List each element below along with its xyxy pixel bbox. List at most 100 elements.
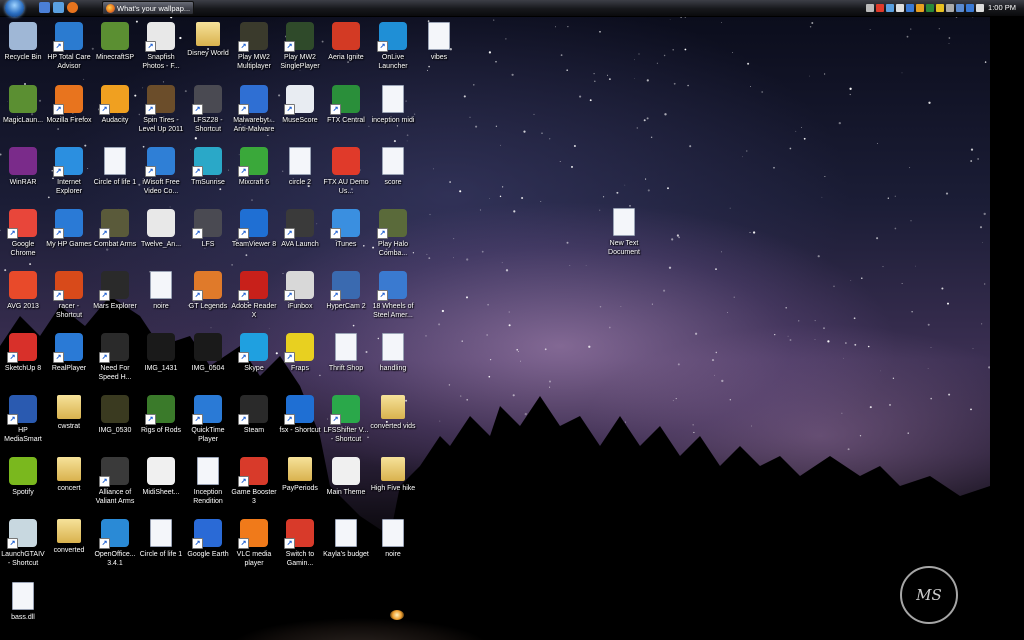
desktop-icon[interactable]: ↗ GT Legends xyxy=(185,271,231,311)
desktop-icon[interactable]: ↗ Rigs of Rods xyxy=(138,395,184,435)
desktop-icon[interactable]: WinRAR xyxy=(0,147,46,187)
desktop-icon[interactable]: ↗ iWisoft Free Video Co... xyxy=(138,147,184,196)
desktop-icon[interactable]: ↗ TeamViewer 8 xyxy=(231,209,277,249)
desktop-icon[interactable]: ↗ HyperCam 2 xyxy=(323,271,369,311)
desktop-icon[interactable]: ↗ Snapfish Photos - F... xyxy=(138,22,184,71)
desktop-icon[interactable]: FTX AU Demo Us... xyxy=(323,147,369,196)
desktop-icon[interactable]: noire xyxy=(138,271,184,311)
desktop-icon[interactable]: ↗ 18 Wheels of Steel Amer... xyxy=(370,271,416,320)
desktop-icon[interactable]: AVG 2013 xyxy=(0,271,46,311)
bluetooth-icon[interactable] xyxy=(966,4,974,12)
desktop-icon[interactable]: Spotify xyxy=(0,457,46,497)
desktop-icon[interactable]: Disney World xyxy=(185,22,231,58)
desktop-icon[interactable]: ↗ Combat Arms xyxy=(92,209,138,249)
desktop-icon[interactable]: High Five hike xyxy=(370,457,416,493)
desktop-icon[interactable]: score xyxy=(370,147,416,187)
desktop-icon[interactable]: ↗ OnLive Launcher xyxy=(370,22,416,71)
desktop-icon[interactable]: ↗ Internet Explorer xyxy=(46,147,92,196)
desktop-icon[interactable]: inception midi xyxy=(370,85,416,125)
desktop-icon[interactable]: New Text Document xyxy=(601,208,647,257)
desktop-icon[interactable]: ↗ Mars Explorer xyxy=(92,271,138,311)
desktop-icon[interactable]: ↗ SketchUp 8 xyxy=(0,333,46,373)
show-desktop-icon[interactable] xyxy=(39,2,50,13)
desktop-icon[interactable]: ↗ Spin Tires - Level Up 2011 xyxy=(138,85,184,134)
desktop-icon[interactable]: ↗ Mixcraft 6 xyxy=(231,147,277,187)
desktop-icon[interactable]: ↗ LaunchGTAIV - Shortcut xyxy=(0,519,46,568)
desktop-icon[interactable]: converted xyxy=(46,519,92,555)
shield-icon[interactable] xyxy=(906,4,914,12)
desktop-icon[interactable]: MidiSheet... xyxy=(138,457,184,497)
desktop-icon[interactable]: ↗ OpenOffice... 3.4.1 xyxy=(92,519,138,568)
chevron-left-icon[interactable] xyxy=(866,4,874,12)
desktop-icon[interactable]: ↗ RealPlayer xyxy=(46,333,92,373)
desktop-icon[interactable]: Kayla's budget xyxy=(323,519,369,559)
desktop-icon[interactable]: ↗ Mozilla Firefox xyxy=(46,85,92,125)
desktop-icon[interactable]: Inception Rendition xyxy=(185,457,231,506)
desktop-icon[interactable]: circle 2 xyxy=(277,147,323,187)
desktop-icon[interactable]: ↗ VLC media player xyxy=(231,519,277,568)
desktop-icon[interactable]: MinecraftSP xyxy=(92,22,138,62)
network-icon[interactable] xyxy=(886,4,894,12)
desktop-icon[interactable]: ↗ Game Booster 3 xyxy=(231,457,277,506)
warning-icon[interactable] xyxy=(936,4,944,12)
desktop-icon[interactable]: ↗ AVA Launch xyxy=(277,209,323,249)
desktop-icon[interactable]: Circle of life 1 xyxy=(138,519,184,559)
desktop-icon[interactable]: Main Theme xyxy=(323,457,369,497)
chat-icon[interactable] xyxy=(916,4,924,12)
desktop-icon[interactable]: MagicLaun... xyxy=(0,85,46,125)
desktop-icon[interactable]: ↗ Alliance of Valiant Arms xyxy=(92,457,138,506)
security-icon[interactable] xyxy=(926,4,934,12)
desktop-icon[interactable]: ↗ Skype xyxy=(231,333,277,373)
desktop-icon[interactable]: ↗ TmSunrise xyxy=(185,147,231,187)
desktop-icon[interactable]: ↗ LFSZ28 - Shortcut xyxy=(185,85,231,134)
desktop-icon[interactable]: ↗ Switch to Gamin... xyxy=(277,519,323,568)
desktop-icon[interactable]: Recycle Bin xyxy=(0,22,46,62)
start-button[interactable] xyxy=(1,0,29,17)
desktop-icon[interactable]: ↗ Play MW2 Multiplayer xyxy=(231,22,277,71)
desktop-icon[interactable]: IMG_1431 xyxy=(138,333,184,373)
desktop-icon[interactable]: ↗ racer - Shortcut xyxy=(46,271,92,320)
antivirus-icon[interactable] xyxy=(876,4,884,12)
desktop-icon[interactable]: ↗ Play MW2 SinglePlayer xyxy=(277,22,323,71)
desktop-icon[interactable]: concert xyxy=(46,457,92,493)
firefox-icon[interactable] xyxy=(67,2,78,13)
power-icon[interactable] xyxy=(946,4,954,12)
desktop-icon[interactable]: ↗ LFSShifter V... - Shortcut xyxy=(323,395,369,444)
desktop-icon[interactable]: ↗ Malwarebyt... Anti-Malware xyxy=(231,85,277,134)
desktop-icon[interactable]: vibes xyxy=(416,22,462,62)
clock[interactable]: 1:00 PM xyxy=(980,0,1024,16)
desktop-icon[interactable]: ↗ FTX Central xyxy=(323,85,369,125)
desktop-icon[interactable]: ↗ fsx - Shortcut xyxy=(277,395,323,435)
desktop-icon[interactable]: ↗ My HP Games xyxy=(46,209,92,249)
desktop-icon[interactable]: ↗ iTunes xyxy=(323,209,369,249)
desktop-icon[interactable]: ↗ QuickTime Player xyxy=(185,395,231,444)
desktop-icon[interactable]: ↗ Adobe Reader X xyxy=(231,271,277,320)
desktop-icon[interactable]: Aeria Ignite xyxy=(323,22,369,62)
taskbar-window-button[interactable]: What's your wallpap... xyxy=(102,1,194,15)
desktop-icon[interactable]: noire xyxy=(370,519,416,559)
desktop-icon[interactable]: ↗ Need For Speed H... xyxy=(92,333,138,382)
desktop-icon[interactable]: IMG_0504 xyxy=(185,333,231,373)
desktop-icon[interactable]: ↗ Audacity xyxy=(92,85,138,125)
desktop-icon[interactable]: ↗ Play Halo Comba... xyxy=(370,209,416,258)
desktop-icon[interactable]: Twelve_An... xyxy=(138,209,184,249)
display-icon[interactable] xyxy=(956,4,964,12)
desktop-icon[interactable]: handling xyxy=(370,333,416,373)
desktop-icon[interactable]: ↗ LFS xyxy=(185,209,231,249)
desktop-icon[interactable]: PayPeriods xyxy=(277,457,323,493)
desktop-icon[interactable]: ↗ Fraps xyxy=(277,333,323,373)
desktop-icon[interactable]: Circle of life 1 xyxy=(92,147,138,187)
desktop-icon[interactable]: ↗ HP Total Care Advisor xyxy=(46,22,92,71)
desktop-icon[interactable]: ↗ Google Earth xyxy=(185,519,231,559)
desktop-icon[interactable]: IMG_0530 xyxy=(92,395,138,435)
desktop-icon[interactable]: converted vids xyxy=(370,395,416,431)
desktop-icon[interactable]: ↗ HP MediaSmart xyxy=(0,395,46,444)
desktop-icon[interactable]: ↗ iFunbox xyxy=(277,271,323,311)
desktop-icon[interactable]: ↗ Steam xyxy=(231,395,277,435)
desktop-icon[interactable]: cwstrat xyxy=(46,395,92,431)
switch-windows-icon[interactable] xyxy=(53,2,64,13)
desktop-icon[interactable]: Thrift Shop xyxy=(323,333,369,373)
desktop-icon[interactable]: ↗ MuseScore xyxy=(277,85,323,125)
desktop-icon[interactable]: bass.dll xyxy=(0,582,46,622)
cloud-icon[interactable] xyxy=(896,4,904,12)
